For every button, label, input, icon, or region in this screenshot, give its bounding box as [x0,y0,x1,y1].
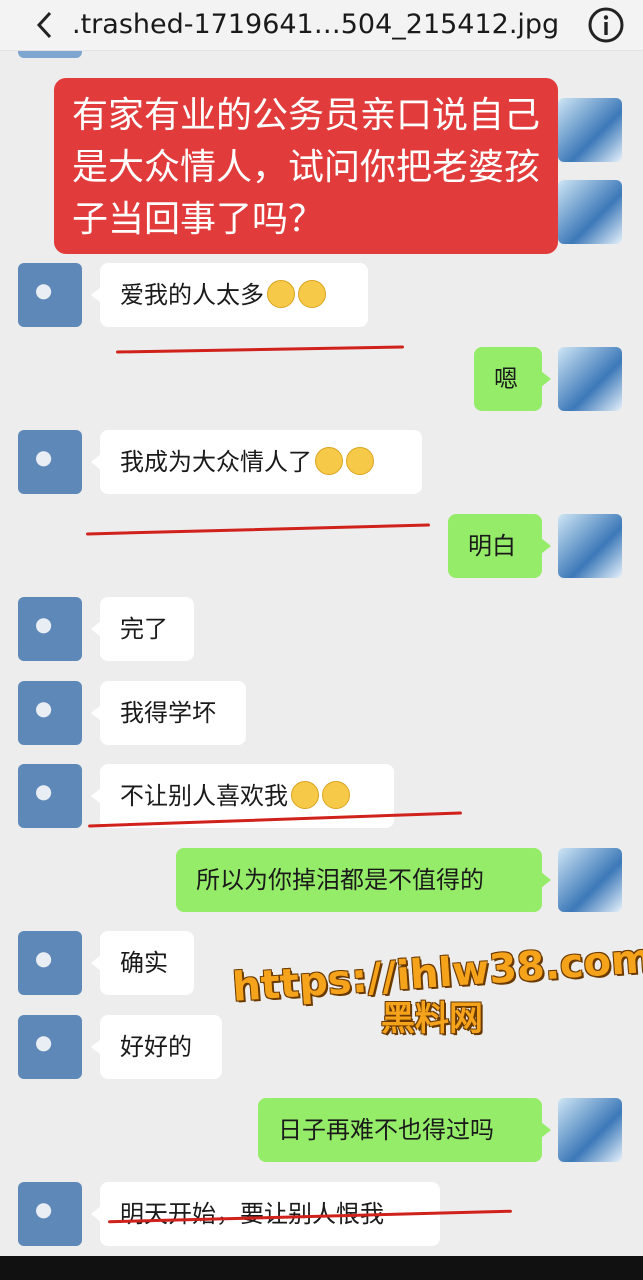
message-bubble[interactable]: 嗯 [474,347,551,411]
avatar[interactable] [558,514,622,578]
message-text: 日子再难不也得过吗 [278,1116,494,1144]
avatar[interactable] [18,931,82,995]
top-bar: .trashed-1719641…504_215412.jpg [0,0,643,51]
avatar[interactable] [18,1015,82,1079]
message-bubble[interactable]: 好好的 [91,1015,222,1079]
chevron-left-icon [36,11,52,39]
message-bubble[interactable]: 我成为大众情人了 [91,430,422,494]
info-icon [588,7,624,43]
grinning-face-emoji-icon [346,447,374,475]
watermark: https://ihlw38.com 黑料网 [231,936,643,1040]
message-text: 不让别人喜欢我 [120,782,288,810]
message-bubble[interactable]: 明白 [448,514,551,578]
avatar[interactable] [18,681,82,745]
message-text: 我成为大众情人了 [120,448,312,476]
avatar[interactable] [18,1182,82,1246]
info-button[interactable] [587,6,625,44]
message-bubble[interactable]: 爱我的人太多 [91,263,368,327]
file-name-title: .trashed-1719641…504_215412.jpg [72,9,560,40]
message-text: 所以为你掉泪都是不值得的 [196,866,484,894]
message-text: 爱我的人太多 [120,281,264,309]
avatar[interactable] [18,430,82,494]
avatar[interactable] [558,1098,622,1162]
avatar[interactable] [18,263,82,327]
annotation-underline [115,345,405,354]
message-bubble[interactable]: 确实 [91,931,194,995]
avatar [558,98,622,162]
caption-banner: 有家有业的公务员亲口说自己是大众情人，试问你把老婆孩子当回事了吗？ [54,78,558,254]
thinking-face-emoji-icon [267,280,295,308]
grinning-face-emoji-icon [315,447,343,475]
message-bubble[interactable]: 完了 [91,597,194,661]
avatar[interactable] [18,597,82,661]
message-text: 完了 [120,615,168,643]
message-text: 嗯 [494,365,518,393]
message-bubble[interactable]: 所以为你掉泪都是不值得的 [176,848,551,912]
message-bubble[interactable]: 日子再难不也得过吗 [258,1098,551,1162]
thinking-face-emoji-icon [322,781,350,809]
avatar [558,180,622,244]
back-button[interactable] [28,8,62,42]
thinking-face-emoji-icon [298,280,326,308]
message-text: 我得学坏 [120,699,216,727]
message-text: 好好的 [120,1033,192,1061]
avatar[interactable] [558,347,622,411]
message-text: 确实 [120,949,168,977]
thinking-face-emoji-icon [291,781,319,809]
message-bubble[interactable]: 我得学坏 [91,681,246,745]
avatar[interactable] [558,848,622,912]
message-text: 明白 [468,532,516,560]
bottom-bar [0,1256,643,1280]
avatar[interactable] [18,764,82,828]
annotation-underline [86,523,430,536]
